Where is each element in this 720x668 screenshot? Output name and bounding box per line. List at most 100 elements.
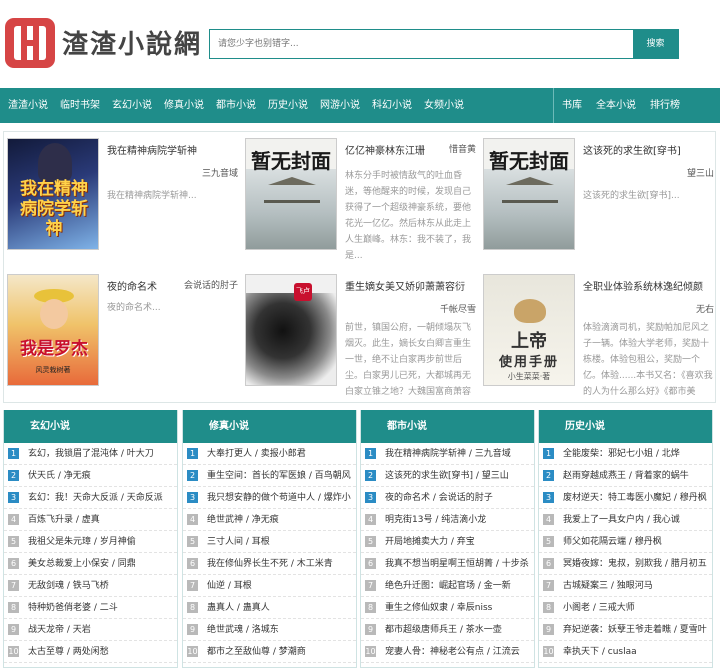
list-item[interactable]: 9 弃妃逆袭：妖孽王爷走着瞧 / 夏雪叶: [539, 619, 712, 641]
list-item-text[interactable]: 重生之修仙奴隶 / 幸辰niss: [385, 597, 492, 618]
nav-wangyou[interactable]: 网游小说: [312, 88, 364, 123]
category-heading[interactable]: 历史小说: [539, 410, 712, 443]
list-item-text[interactable]: 大奉打更人 / 卖报小郎君: [207, 443, 306, 464]
list-item[interactable]: 9 绝世武魂 / 洛城东: [183, 619, 356, 641]
list-item[interactable]: 5 师父如花隔云端 / 穆丹枫: [539, 531, 712, 553]
list-item-text[interactable]: 我爱上了一具女户内 / 我心诚: [563, 509, 680, 530]
book-cover[interactable]: 暂无封面: [245, 138, 337, 250]
list-item[interactable]: 8 蛊真人 / 蛊真人: [183, 597, 356, 619]
book-title[interactable]: 亿亿神豪林东江珊: [345, 142, 425, 157]
list-item[interactable]: 4 绝世武神 / 净无痕: [183, 509, 356, 531]
list-item[interactable]: 2 赵雨穿越成燕王 / 背着家的蜗牛: [539, 465, 712, 487]
list-item-text[interactable]: 玄幻：我！天命大反派 / 天命反派: [28, 487, 163, 508]
list-item[interactable]: 6 冥婚夜嫁：鬼叔，别欺我 / 腊月初五: [539, 553, 712, 575]
list-item[interactable]: 10 幸执天下 / cuslaa: [539, 641, 712, 663]
nav-dushi[interactable]: 都市小说: [208, 88, 260, 123]
book-title[interactable]: 夜的命名术: [107, 278, 157, 293]
list-item[interactable]: 2 这该死的求生欲[穿书] / 望三山: [361, 465, 534, 487]
nav-xuanhuan[interactable]: 玄幻小说: [104, 88, 156, 123]
nav-ranking[interactable]: 排行榜: [642, 88, 686, 123]
list-item-text[interactable]: 全能废柴：邪妃七小姐 / 北烨: [563, 443, 680, 464]
book-title[interactable]: 我在精神病院学斩神: [107, 142, 197, 157]
list-item-text[interactable]: 战天龙帝 / 天岩: [28, 619, 91, 640]
list-item[interactable]: 2 伏天氏 / 净无痕: [4, 465, 177, 487]
list-item-text[interactable]: 古城疑案三 / 独眼河马: [563, 575, 653, 596]
list-item[interactable]: 5 开局地摊卖大力 / 弃宝: [361, 531, 534, 553]
list-item[interactable]: 3 我只想安静的做个苟道中人 / 爆炸小: [183, 487, 356, 509]
book-author[interactable]: 千帐尽雪: [440, 302, 476, 315]
list-item-text[interactable]: 都市超级唐师兵王 / 茶水一壶: [385, 619, 502, 640]
list-item-text[interactable]: 冥婚夜嫁：鬼叔，别欺我 / 腊月初五: [563, 553, 707, 574]
book-author[interactable]: 惜音黄: [449, 142, 476, 155]
list-item[interactable]: 1 我在精神病院学斩神 / 三九音域: [361, 443, 534, 465]
nav-bookshelf[interactable]: 临时书架: [52, 88, 104, 123]
list-item-text[interactable]: 玄幻，我锁眉了混沌体 / 叶大刀: [28, 443, 154, 464]
list-item[interactable]: 7 绝色升迁图：崛起官场 / 金一新: [361, 575, 534, 597]
list-item[interactable]: 6 我真不想当明星啊王恒胡菁 / 十步杀: [361, 553, 534, 575]
list-item-text[interactable]: 特种奶爸俏老婆 / 二斗: [28, 597, 118, 618]
nav-lishi[interactable]: 历史小说: [260, 88, 312, 123]
list-item-text[interactable]: 无敌剑魂 / 铁马飞桥: [28, 575, 109, 596]
category-heading[interactable]: 修真小说: [183, 410, 356, 443]
nav-kehuan[interactable]: 科幻小说: [364, 88, 416, 123]
list-item[interactable]: 4 明克街13号 / 纯洁滴小龙: [361, 509, 534, 531]
list-item[interactable]: 4 百炼飞升录 / 虚真: [4, 509, 177, 531]
category-heading[interactable]: 玄幻小说: [4, 410, 177, 443]
list-item[interactable]: 7 仙逆 / 耳根: [183, 575, 356, 597]
book-title[interactable]: 这该死的求生欲[穿书]: [583, 142, 681, 157]
list-item[interactable]: 6 我在修仙界长生不死 / 木工米青: [183, 553, 356, 575]
list-item-text[interactable]: 这该死的求生欲[穿书] / 望三山: [385, 465, 509, 486]
nav-home[interactable]: 渣渣小说: [0, 88, 52, 123]
category-heading[interactable]: 都市小说: [361, 410, 534, 443]
book-title[interactable]: 全职业体验系统林逸纪倾颜: [583, 278, 703, 293]
list-item-text[interactable]: 我只想安静的做个苟道中人 / 爆炸小: [207, 487, 351, 508]
book-author[interactable]: 望三山: [687, 166, 714, 179]
list-item-text[interactable]: 绝世武魂 / 洛城东: [207, 619, 279, 640]
list-item[interactable]: 3 玄幻：我！天命大反派 / 天命反派: [4, 487, 177, 509]
list-item-text[interactable]: 明克街13号 / 纯洁滴小龙: [385, 509, 486, 530]
book-author[interactable]: 三九音域: [202, 166, 238, 179]
list-item-text[interactable]: 我在修仙界长生不死 / 木工米青: [207, 553, 333, 574]
list-item[interactable]: 8 小阁老 / 三戒大师: [539, 597, 712, 619]
list-item[interactable]: 7 无敌剑魂 / 铁马飞桥: [4, 575, 177, 597]
list-item[interactable]: 8 特种奶爸俏老婆 / 二斗: [4, 597, 177, 619]
list-item-text[interactable]: 我祖父是朱元璋 / 岁月神偷: [28, 531, 136, 552]
book-cover[interactable]: 我在精神病院学斩神: [7, 138, 99, 250]
search-input[interactable]: [210, 30, 634, 58]
list-item-text[interactable]: 都市之至敌仙尊 / 梦潮商: [207, 641, 306, 662]
list-item-text[interactable]: 绝色升迁图：崛起官场 / 金一新: [385, 575, 511, 596]
list-item[interactable]: 3 废材逆天：特工毒医小魔妃 / 穆丹枫: [539, 487, 712, 509]
logo-icon[interactable]: [5, 18, 55, 68]
list-item[interactable]: 10 都市之至敌仙尊 / 梦潮商: [183, 641, 356, 663]
list-item-text[interactable]: 仙逆 / 耳根: [207, 575, 252, 596]
list-item[interactable]: 7 古城疑案三 / 独眼河马: [539, 575, 712, 597]
list-item[interactable]: 10 宠妻人骨：神秘老公有点 / 江流云: [361, 641, 534, 663]
list-item[interactable]: 5 三寸人间 / 耳根: [183, 531, 356, 553]
list-item[interactable]: 1 全能废柴：邪妃七小姐 / 北烨: [539, 443, 712, 465]
list-item[interactable]: 4 我爱上了一具女户内 / 我心诚: [539, 509, 712, 531]
list-item-text[interactable]: 我真不想当明星啊王恒胡菁 / 十步杀: [385, 553, 529, 574]
list-item-text[interactable]: 师父如花隔云端 / 穆丹枫: [563, 531, 662, 552]
list-item-text[interactable]: 开局地摊卖大力 / 弃宝: [385, 531, 475, 552]
book-cover[interactable]: 暂无封面: [483, 138, 575, 250]
list-item-text[interactable]: 太古至尊 / 两处闲愁: [28, 641, 109, 662]
nav-nvpin[interactable]: 女频小说: [416, 88, 468, 123]
search-button[interactable]: 搜索: [633, 30, 678, 58]
nav-completed[interactable]: 全本小说: [588, 88, 642, 123]
list-item-text[interactable]: 三寸人间 / 耳根: [207, 531, 270, 552]
list-item-text[interactable]: 幸执天下 / cuslaa: [563, 641, 637, 662]
list-item[interactable]: 10 太古至尊 / 两处闲愁: [4, 641, 177, 663]
site-logo-text[interactable]: 渣渣小說網: [62, 24, 202, 61]
list-item[interactable]: 3 夜的命名术 / 会说话的肘子: [361, 487, 534, 509]
list-item-text[interactable]: 宠妻人骨：神秘老公有点 / 江流云: [385, 641, 520, 662]
list-item[interactable]: 5 我祖父是朱元璋 / 岁月神偷: [4, 531, 177, 553]
list-item-text[interactable]: 废材逆天：特工毒医小魔妃 / 穆丹枫: [563, 487, 707, 508]
list-item-text[interactable]: 绝世武神 / 净无痕: [207, 509, 279, 530]
list-item-text[interactable]: 美女总裁爱上小保安 / 同鼎: [28, 553, 136, 574]
list-item-text[interactable]: 伏天氏 / 净无痕: [28, 465, 91, 486]
list-item-text[interactable]: 百炼飞升录 / 虚真: [28, 509, 100, 530]
nav-xiuzhen[interactable]: 修真小说: [156, 88, 208, 123]
list-item-text[interactable]: 重生空间：首长的军医娘 / 百鸟朝风: [207, 465, 351, 486]
list-item[interactable]: 2 重生空间：首长的军医娘 / 百鸟朝风: [183, 465, 356, 487]
list-item[interactable]: 8 重生之修仙奴隶 / 幸辰niss: [361, 597, 534, 619]
